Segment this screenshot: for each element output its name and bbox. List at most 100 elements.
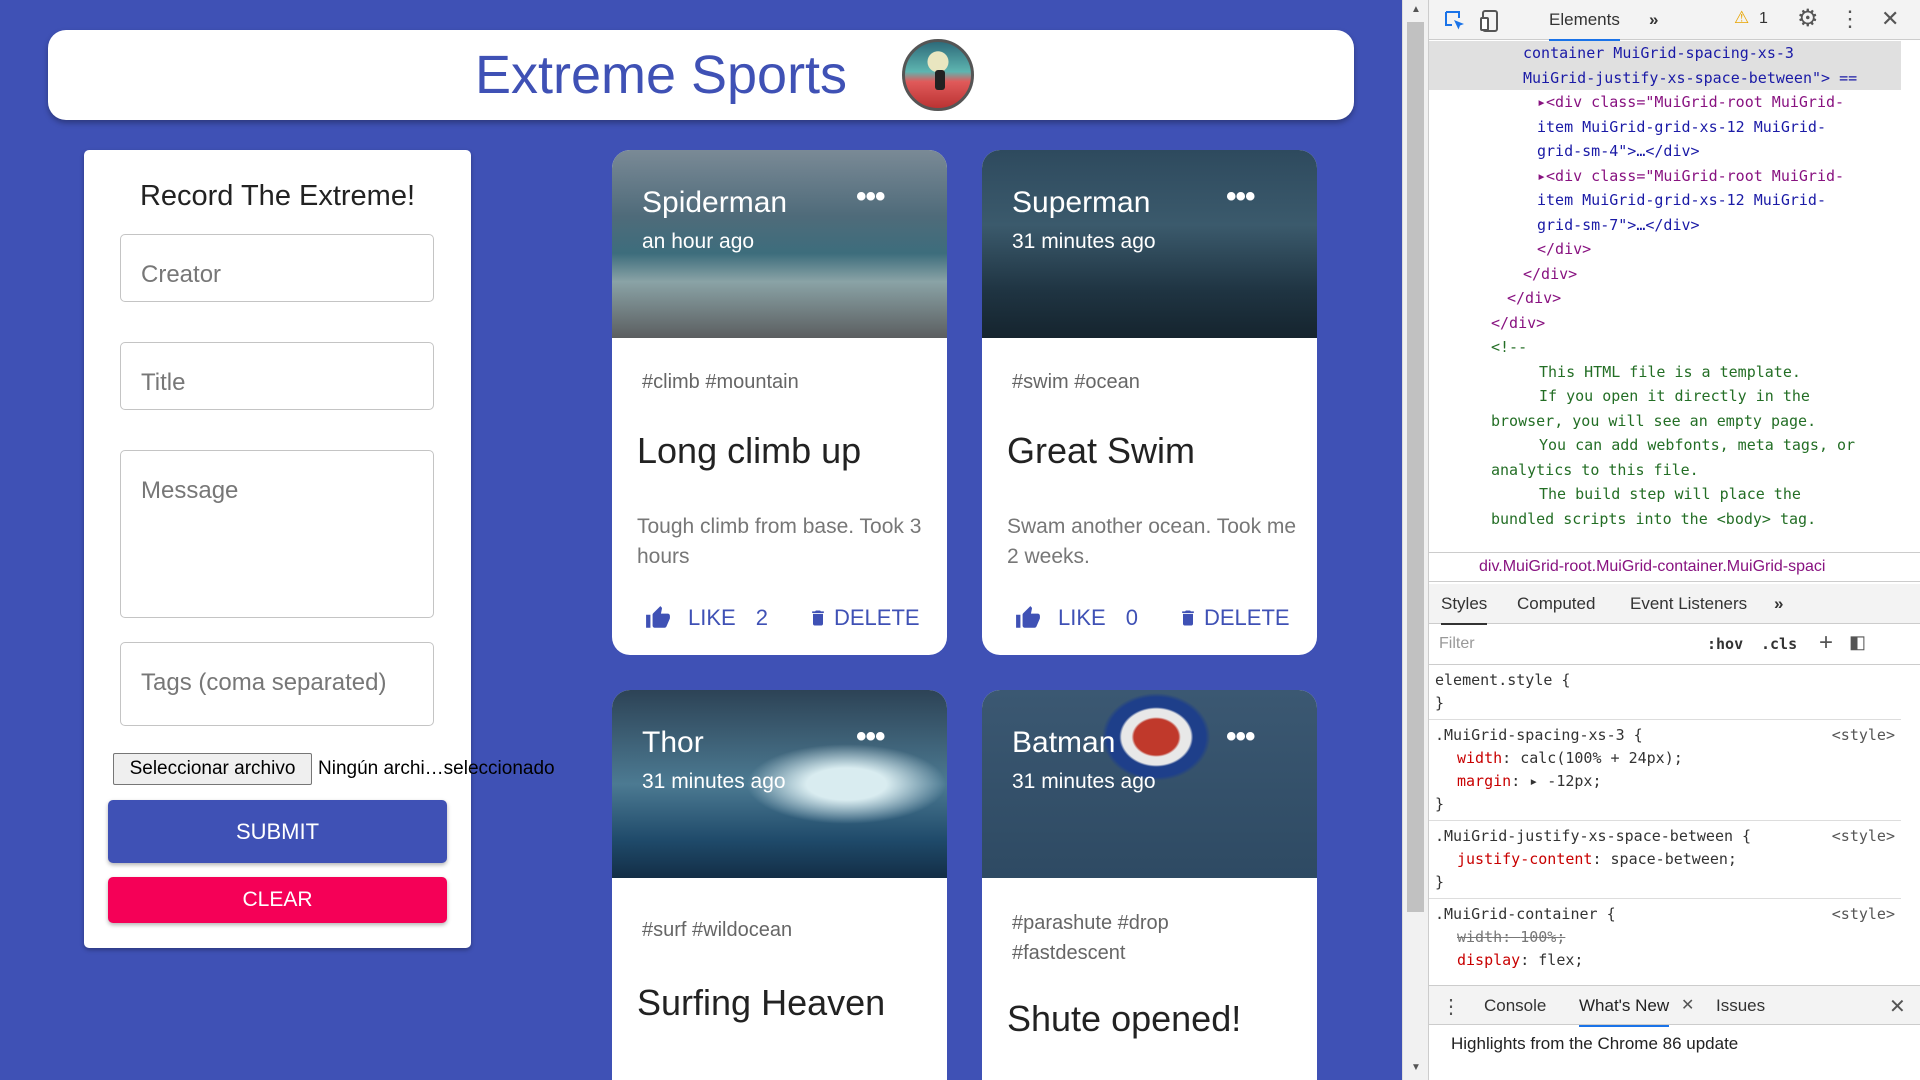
title-input[interactable]: Title xyxy=(120,342,434,410)
close-tab-icon[interactable]: ✕ xyxy=(1681,995,1694,1015)
css-source-link[interactable]: <style> xyxy=(1832,724,1895,747)
delete-button[interactable]: DELETE xyxy=(808,605,920,631)
dom-line[interactable]: </div> xyxy=(1429,262,1901,287)
devtools-toolbar: Elements » ⚠ 1 ⚙ ⋮ ✕ xyxy=(1429,0,1920,41)
scrollbar-thumb[interactable] xyxy=(1407,22,1424,912)
dom-line[interactable]: </div> xyxy=(1429,286,1901,311)
cls-toggle[interactable]: .cls xyxy=(1761,635,1797,653)
delete-button[interactable]: DELETE xyxy=(1178,605,1290,631)
post-creator: Batman xyxy=(1012,726,1116,759)
scroll-up-arrow-icon[interactable]: ▲ xyxy=(1411,4,1421,15)
css-declaration[interactable]: display: flex; xyxy=(1435,949,1895,972)
post-tags: #swim #ocean xyxy=(1012,371,1140,393)
like-button[interactable]: LIKE 0 xyxy=(1014,605,1138,631)
css-rule[interactable]: <style> .MuiGrid-container { width: 100%;… xyxy=(1429,899,1901,976)
tab-elements[interactable]: Elements xyxy=(1549,10,1620,41)
dom-line[interactable]: item MuiGrid-grid-xs-12 MuiGrid- xyxy=(1429,188,1901,213)
like-button[interactable]: LIKE 2 xyxy=(644,605,768,631)
more-options-icon[interactable]: ••• xyxy=(856,180,885,214)
css-rule-close: } xyxy=(1435,795,1445,813)
submit-button[interactable]: SUBMIT xyxy=(108,800,447,863)
dom-line[interactable]: </div> xyxy=(1429,237,1901,262)
delete-label: DELETE xyxy=(834,605,920,630)
styles-pane[interactable]: element.style { } <style> .MuiGrid-spacin… xyxy=(1429,665,1901,983)
css-source-link[interactable]: <style> xyxy=(1832,825,1895,848)
scroll-down-arrow-icon[interactable]: ▼ xyxy=(1411,1062,1421,1073)
dom-line[interactable]: grid-sm-7">…</div> xyxy=(1429,213,1901,238)
warning-icon[interactable]: ⚠ xyxy=(1734,8,1749,28)
form-title: Record The Extreme! xyxy=(139,180,416,212)
like-count: 0 xyxy=(1125,605,1138,630)
tab-whats-new[interactable]: What's New xyxy=(1579,996,1670,1027)
post-tags: #climb #mountain xyxy=(642,371,799,393)
kebab-menu-icon[interactable]: ⋮ xyxy=(1839,6,1861,32)
app-bar: Extreme Sports xyxy=(48,30,1354,120)
close-drawer-icon[interactable]: ✕ xyxy=(1889,994,1906,1019)
dom-line[interactable]: </div> xyxy=(1429,311,1901,336)
app-title: Extreme Sports xyxy=(474,45,848,105)
dom-line[interactable]: ▸<div class="MuiGrid-root MuiGrid- xyxy=(1429,90,1901,115)
new-rule-icon[interactable]: + xyxy=(1819,629,1833,657)
tab-console[interactable]: Console xyxy=(1484,996,1546,1016)
css-source-link[interactable]: <style> xyxy=(1832,903,1895,926)
file-name-label: Ningún archi…seleccionado xyxy=(318,758,555,779)
css-rule-close: } xyxy=(1435,873,1445,891)
creator-input[interactable]: Creator xyxy=(120,234,434,302)
post-tags: #surf #wildocean xyxy=(642,919,793,941)
post-message: Tough climb from base. Took 3 hours xyxy=(637,515,922,568)
page-scrollbar[interactable]: ▲ ▼ xyxy=(1402,0,1428,1080)
file-select-button[interactable]: Seleccionar archivo xyxy=(113,753,312,785)
more-options-icon[interactable]: ••• xyxy=(1226,180,1255,214)
warning-count: 1 xyxy=(1759,10,1768,27)
drawer-menu-icon[interactable]: ⋮ xyxy=(1441,994,1461,1019)
breadcrumb-item[interactable]: div.MuiGrid-root.MuiGrid-container.MuiGr… xyxy=(1479,558,1825,575)
message-input[interactable]: Message xyxy=(120,450,434,618)
app-viewport: Extreme Sports Record The Extreme! Creat… xyxy=(0,0,1402,1080)
dom-line[interactable]: grid-sm-4">…</div> xyxy=(1429,139,1901,164)
dom-line[interactable]: ▸<div class="MuiGrid-root MuiGrid- xyxy=(1429,164,1901,189)
close-devtools-icon[interactable]: ✕ xyxy=(1881,6,1899,32)
more-tabs-icon[interactable]: » xyxy=(1649,10,1658,30)
css-declaration-overridden[interactable]: width: 100%; xyxy=(1435,926,1895,949)
post-card: Superman 31 minutes ago ••• #swim #ocean… xyxy=(982,150,1317,655)
css-rule[interactable]: <style> .MuiGrid-spacing-xs-3 { width: ca… xyxy=(1429,720,1901,821)
tab-event-listeners[interactable]: Event Listeners xyxy=(1630,594,1747,614)
post-form: Record The Extreme! Creator Title Messag… xyxy=(84,150,555,948)
post-title: Great Swim xyxy=(1007,430,1196,471)
filter-input[interactable]: Filter xyxy=(1439,635,1475,653)
hov-toggle[interactable]: :hov xyxy=(1707,635,1743,653)
dom-line[interactable]: MuiGrid-justify-xs-space-between"> == xyxy=(1429,65,1901,90)
more-options-icon[interactable]: ••• xyxy=(856,720,885,754)
css-declaration[interactable]: width: calc(100% + 24px); xyxy=(1435,747,1895,770)
tab-styles[interactable]: Styles xyxy=(1441,594,1488,625)
inspect-element-icon[interactable] xyxy=(1443,9,1467,33)
css-declaration[interactable]: margin: ▸ -12px; xyxy=(1435,770,1895,793)
tags-input[interactable]: Tags (coma separated) xyxy=(120,642,434,726)
styles-tabbar: Styles Computed Event Listeners » xyxy=(1429,584,1920,625)
css-rule[interactable]: element.style { } xyxy=(1429,665,1901,720)
settings-gear-icon[interactable]: ⚙ xyxy=(1797,4,1819,33)
toggle-sidebar-icon[interactable]: ◧ xyxy=(1849,632,1866,653)
trash-icon xyxy=(812,610,824,626)
title-placeholder: Title xyxy=(141,369,186,396)
tab-computed[interactable]: Computed xyxy=(1517,594,1595,614)
more-options-icon[interactable]: ••• xyxy=(1226,720,1255,754)
dom-line[interactable]: container MuiGrid-spacing-xs-3 xyxy=(1429,41,1901,66)
more-style-tabs-icon[interactable]: » xyxy=(1774,594,1783,614)
css-declaration[interactable]: justify-content: space-between; xyxy=(1435,848,1895,871)
dom-tree[interactable]: container MuiGrid-spacing-xs-3 MuiGrid-j… xyxy=(1429,41,1901,546)
device-toolbar-icon[interactable] xyxy=(1479,9,1503,33)
css-selector: .MuiGrid-spacing-xs-3 { xyxy=(1435,726,1643,744)
css-rule[interactable]: <style> .MuiGrid-justify-xs-space-between… xyxy=(1429,821,1901,899)
dom-comment[interactable]: <!-- xyxy=(1429,335,1901,360)
tab-issues[interactable]: Issues xyxy=(1716,996,1765,1016)
breadcrumb[interactable]: div.MuiGrid-root.MuiGrid-container.MuiGr… xyxy=(1429,552,1920,582)
whats-new-highlights: Highlights from the Chrome 86 update xyxy=(1451,1034,1739,1053)
dom-comment: browser, you will see an empty page. xyxy=(1491,411,1817,430)
post-title: Long climb up xyxy=(637,430,862,471)
dom-line[interactable]: item MuiGrid-grid-xs-12 MuiGrid- xyxy=(1429,115,1901,140)
post-time: an hour ago xyxy=(642,230,755,253)
clear-button[interactable]: CLEAR xyxy=(108,877,447,923)
css-rule-close: } xyxy=(1435,694,1445,712)
css-selector: element.style { xyxy=(1435,671,1571,689)
